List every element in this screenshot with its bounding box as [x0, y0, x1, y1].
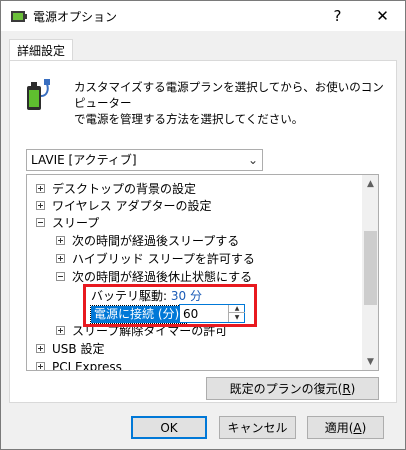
settings-tree[interactable]: デスクトップの背景の設定 ワイヤレス アダプターの設定 スリープ 次の時間が経過… [26, 174, 379, 371]
battery-plug-icon [27, 79, 50, 110]
tree-item-label: 次の時間が経過後休止状態にする [72, 270, 253, 284]
restore-defaults-button[interactable]: 既定のプランの復元(R) [206, 377, 379, 400]
scroll-down-icon[interactable]: ▼ [362, 353, 378, 370]
close-button[interactable]: ✕ [360, 1, 405, 31]
power-options-dialog: 電源オプション ? ✕ 詳細設定 カスタマイズする電源プランを選択してから、お使… [0, 0, 406, 450]
tree-item-label: PCI Express [52, 360, 122, 371]
power-plan-select[interactable]: LAVIE [アクティブ] ⌄ [26, 149, 263, 171]
tree-item-sleep-after[interactable]: 次の時間が経過後スリープする [56, 233, 239, 250]
apply-accel-key: A [353, 420, 362, 435]
tree-item-desktop-background[interactable]: デスクトップの背景の設定 [36, 181, 196, 198]
apply-label-end: ) [361, 420, 367, 435]
tree-item-usb-settings[interactable]: USB 設定 [36, 341, 104, 358]
expand-plus-icon[interactable] [36, 344, 45, 353]
collapse-minus-icon[interactable] [36, 218, 45, 227]
ok-button[interactable]: OK [131, 416, 207, 439]
chevron-down-icon: ⌄ [247, 153, 258, 167]
power-plan-value: LAVIE [アクティブ] [31, 153, 137, 167]
scrollbar-thumb[interactable] [364, 231, 377, 305]
tree-item-label: ハイブリッド スリープを許可する [72, 252, 255, 266]
tree-item-label: ワイヤレス アダプターの設定 [52, 199, 212, 213]
restore-accel-key: R [342, 381, 351, 396]
power-options-icon [11, 11, 27, 22]
apply-button[interactable]: 適用(A) [307, 416, 384, 439]
expand-plus-icon[interactable] [36, 184, 45, 193]
description-text: カスタマイズする電源プランを選択してから、お使いのコンピューター で電源を管理す… [74, 79, 386, 127]
tree-scrollbar[interactable]: ▲ ▼ [362, 175, 378, 370]
tree-item-label: デスクトップの背景の設定 [52, 182, 197, 196]
expand-plus-icon[interactable] [56, 254, 65, 263]
tree-item-pci-express[interactable]: PCI Express [36, 359, 122, 371]
window-title: 電源オプション [33, 10, 118, 24]
apply-label: 適用( [324, 421, 354, 435]
cancel-button[interactable]: キャンセル [219, 416, 296, 439]
tree-item-wireless-adapter[interactable]: ワイヤレス アダプターの設定 [36, 198, 211, 215]
restore-label: 既定のプランの復元( [229, 382, 343, 396]
expand-plus-icon[interactable] [56, 236, 65, 245]
tree-item-label: USB 設定 [52, 342, 105, 356]
scroll-up-icon[interactable]: ▲ [362, 175, 378, 192]
red-highlight-box [83, 284, 257, 327]
restore-label-end: ) [350, 381, 356, 396]
tree-item-label: 次の時間が経過後スリープする [72, 234, 240, 248]
title-bar: 電源オプション ? ✕ [1, 1, 405, 31]
description-line-2: で電源を管理する方法を選択してください。 [74, 112, 304, 126]
expand-plus-icon[interactable] [56, 326, 65, 335]
tab-advanced-settings[interactable]: 詳細設定 [9, 39, 73, 61]
collapse-minus-icon[interactable] [56, 272, 65, 281]
tree-item-sleep[interactable]: スリープ [36, 215, 99, 232]
help-button[interactable]: ? [315, 1, 360, 31]
description-line-1: カスタマイズする電源プランを選択してから、お使いのコンピューター [74, 80, 384, 110]
expand-plus-icon[interactable] [36, 201, 45, 210]
tree-item-label: スリープ [52, 216, 100, 230]
tree-item-hybrid-sleep[interactable]: ハイブリッド スリープを許可する [56, 251, 255, 268]
expand-plus-icon[interactable] [36, 362, 45, 370]
